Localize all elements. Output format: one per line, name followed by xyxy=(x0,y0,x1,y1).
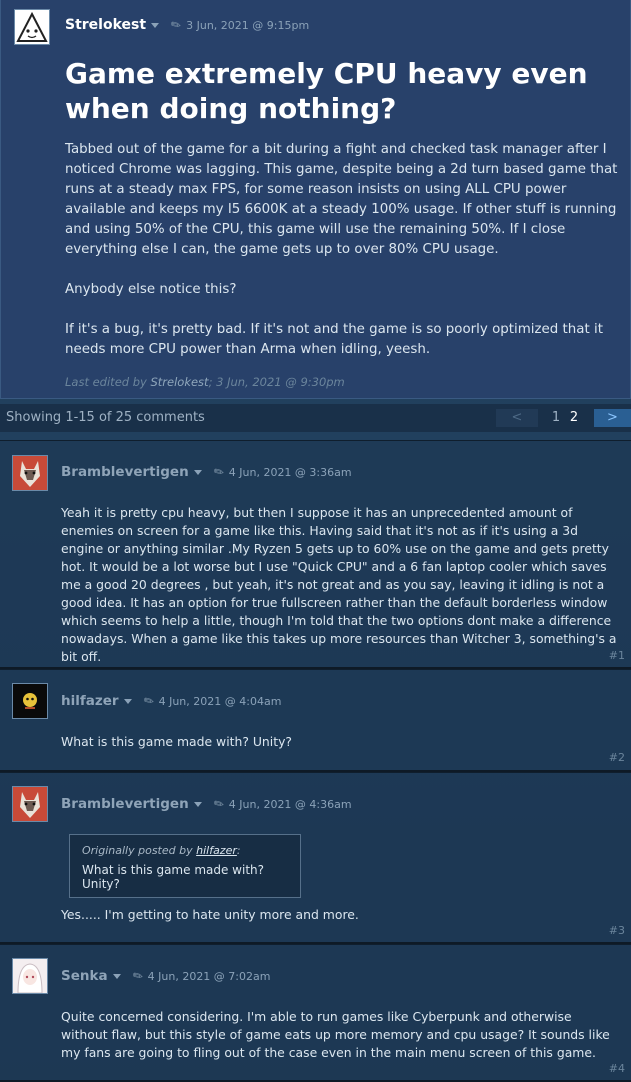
op-paragraph: If it's a bug, it's pretty bad. If it's … xyxy=(65,322,603,357)
page-title: Game extremely CPU heavy even when doing… xyxy=(65,57,588,125)
edited-by-link[interactable]: Strelokest xyxy=(150,375,208,389)
commenter-avatar[interactable] xyxy=(12,683,48,719)
comment-number[interactable]: #2 xyxy=(609,751,625,764)
quote-prefix: Originally posted by xyxy=(82,844,197,857)
comment-author-row: Bramblevertigen ✎ 4 Jun, 2021 @ 4:36am xyxy=(61,795,352,813)
comment-author-row: hilfazer ✎ 4 Jun, 2021 @ 4:04am xyxy=(61,692,282,710)
pin-icon: ✎ xyxy=(168,16,184,34)
page-2-current: 2 xyxy=(569,410,579,425)
comment-date: 4 Jun, 2021 @ 7:02am xyxy=(147,969,271,983)
op-author-name[interactable]: Strelokest xyxy=(65,17,146,33)
op-body: Tabbed out of the game for a bit during … xyxy=(65,140,627,380)
comment-author-row: Bramblevertigen ✎ 4 Jun, 2021 @ 3:36am xyxy=(61,463,352,481)
op-avatar[interactable] xyxy=(14,9,50,45)
comment-text: Quite concerned considering. I'm able to… xyxy=(61,1009,610,1060)
quote-header: Originally posted by hilfazer: xyxy=(82,844,288,857)
edited-prefix: Last edited by xyxy=(65,375,151,389)
comment-date: 4 Jun, 2021 @ 4:36am xyxy=(228,797,352,811)
commenter-avatar[interactable] xyxy=(12,786,48,822)
pin-icon: ✎ xyxy=(210,795,227,813)
comment-number[interactable]: #4 xyxy=(609,1062,625,1075)
last-edited-note: Last edited by Strelokest; 3 Jun, 2021 @… xyxy=(65,375,345,389)
quote-suffix: : xyxy=(236,844,241,857)
paging-bar: Showing 1-15 of 25 comments < 1 2 > xyxy=(0,404,631,432)
comment: Senka ✎ 4 Jun, 2021 @ 7:02am Quite conce… xyxy=(0,944,631,1082)
chevron-down-icon[interactable] xyxy=(123,698,132,704)
op-paragraph: Anybody else notice this? xyxy=(65,282,237,297)
commenter-avatar[interactable] xyxy=(12,958,48,994)
quote-text: What is this game made with? Unity? xyxy=(82,863,264,891)
op-author-row: Strelokest ✎ 3 Jun, 2021 @ 9:15pm xyxy=(65,16,310,34)
comment-text: What is this game made with? Unity? xyxy=(61,734,292,749)
chevron-down-icon[interactable] xyxy=(151,22,160,28)
quote-author-link[interactable]: hilfazer xyxy=(196,844,237,857)
comment-text: Yeah it is pretty cpu heavy, but then I … xyxy=(61,505,617,664)
comment-number[interactable]: #1 xyxy=(609,649,625,662)
page-1-link[interactable]: 1 xyxy=(549,409,563,427)
comment-number[interactable]: #3 xyxy=(609,924,625,937)
comment: Bramblevertigen ✎ 4 Jun, 2021 @ 3:36am Y… xyxy=(0,440,631,669)
commenter-avatar[interactable] xyxy=(12,455,48,491)
comment-author-name[interactable]: hilfazer xyxy=(61,693,119,709)
next-page-button[interactable]: > xyxy=(594,409,631,427)
comment-date: 4 Jun, 2021 @ 4:04am xyxy=(158,694,282,708)
chevron-down-icon[interactable] xyxy=(112,973,121,979)
pin-icon: ✎ xyxy=(140,692,157,710)
comment-date: 4 Jun, 2021 @ 3:36am xyxy=(228,465,352,479)
pin-icon: ✎ xyxy=(210,463,227,481)
comment: Bramblevertigen ✎ 4 Jun, 2021 @ 4:36am O… xyxy=(0,772,631,944)
comment-author-name[interactable]: Bramblevertigen xyxy=(61,796,189,812)
discussion-page: Strelokest ✎ 3 Jun, 2021 @ 9:15pm Game e… xyxy=(0,0,631,1082)
chevron-down-icon[interactable] xyxy=(193,469,202,475)
pin-icon: ✎ xyxy=(129,967,146,985)
comment-text: Yes..... I'm getting to hate unity more … xyxy=(61,907,359,922)
chevron-down-icon[interactable] xyxy=(193,801,202,807)
comment-author-name[interactable]: Senka xyxy=(61,968,108,984)
comment-count-text: Showing 1-15 of 25 comments xyxy=(6,410,205,425)
op-date: 3 Jun, 2021 @ 9:15pm xyxy=(186,18,310,32)
comment: hilfazer ✎ 4 Jun, 2021 @ 4:04am What is … xyxy=(0,669,631,772)
op-paragraph: Tabbed out of the game for a bit during … xyxy=(65,142,618,257)
comment-author-row: Senka ✎ 4 Jun, 2021 @ 7:02am xyxy=(61,967,271,985)
original-post: Strelokest ✎ 3 Jun, 2021 @ 9:15pm Game e… xyxy=(0,0,631,399)
prev-page-button[interactable]: < xyxy=(496,409,538,427)
comment-author-name[interactable]: Bramblevertigen xyxy=(61,464,189,480)
edited-suffix: ; 3 Jun, 2021 @ 9:30pm xyxy=(208,375,345,389)
quoted-post: Originally posted by hilfazer: What is t… xyxy=(69,834,301,898)
